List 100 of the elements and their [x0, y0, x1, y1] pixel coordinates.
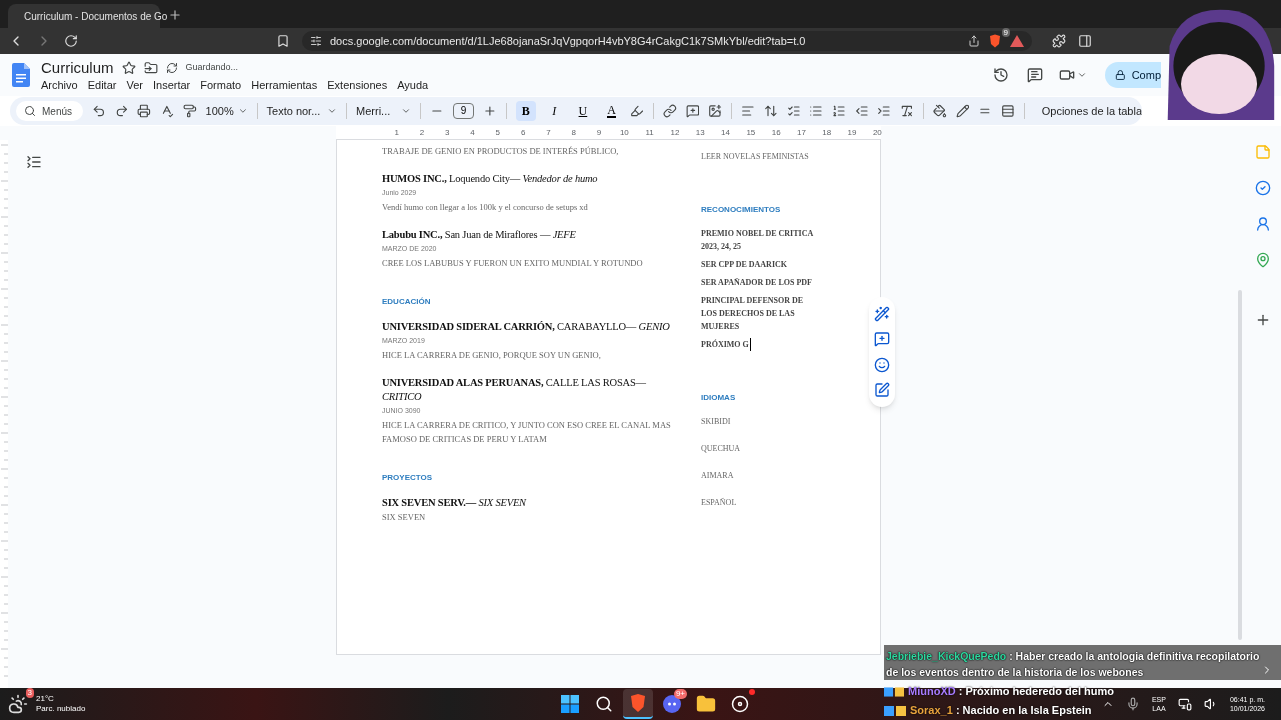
- temperature-text: 21°C: [36, 694, 55, 704]
- print-icon[interactable]: [137, 104, 152, 118]
- highlighter-icon[interactable]: [630, 104, 645, 118]
- tasks-icon[interactable]: [1255, 180, 1271, 196]
- undo-icon[interactable]: [91, 104, 106, 118]
- section-heading: EDUCACIÓN: [382, 296, 432, 308]
- taskbar-app[interactable]: [623, 689, 653, 719]
- new-tab-icon[interactable]: [168, 8, 182, 22]
- format-button[interactable]: B: [515, 101, 536, 121]
- sync-icon: [165, 61, 178, 74]
- weather-badge: 3: [25, 688, 34, 698]
- site-settings-icon[interactable]: [310, 35, 322, 47]
- emoji-icon[interactable]: [874, 356, 890, 373]
- checklist-icon[interactable]: [786, 104, 801, 118]
- move-folder-icon[interactable]: [143, 60, 158, 75]
- ruler-number: 18: [821, 127, 833, 139]
- paint-format-icon[interactable]: [182, 104, 197, 118]
- increase-size-icon[interactable]: [483, 104, 497, 118]
- border-color-icon[interactable]: [955, 104, 970, 118]
- menu-item[interactable]: Herramientas: [251, 77, 318, 92]
- entry-heading: HUMOS INC., Loquendo City— Vendedor de humo: [382, 172, 599, 186]
- save-status: Guardando...: [185, 60, 239, 74]
- tab-title: Curriculum - Documentos de Go: [24, 9, 168, 24]
- font-dropdown[interactable]: Merri...: [356, 102, 411, 120]
- contacts-icon[interactable]: [1255, 216, 1271, 232]
- spellcheck-icon[interactable]: [160, 104, 174, 118]
- format-button[interactable]: U: [573, 101, 593, 121]
- menu-search-field[interactable]: Menús: [16, 101, 83, 121]
- ruler-number: 11: [644, 127, 655, 139]
- redo-icon[interactable]: [114, 104, 129, 118]
- list-text: LEER NOVELAS FEMINISTAS: [701, 151, 810, 163]
- menu-item[interactable]: Ver: [126, 77, 143, 92]
- link-icon[interactable]: [663, 104, 677, 118]
- add-comment-icon[interactable]: [685, 104, 700, 118]
- comments-icon[interactable]: [1027, 67, 1043, 83]
- list-text: SER APAÑADOR DE LOS PDF: [701, 277, 813, 289]
- lock-icon: [1115, 69, 1126, 81]
- ruler-number: 4: [469, 127, 476, 139]
- chat-badges-icon: [884, 705, 906, 716]
- ruler-number: 6: [519, 127, 527, 139]
- bookmark-icon[interactable]: [276, 34, 290, 48]
- entry-description: SIX SEVEN: [382, 511, 427, 524]
- chat-message: Sorax_1 : Nacido en la Isla Epstein: [910, 703, 1092, 719]
- zoom-dropdown[interactable]: 100%: [205, 102, 248, 120]
- entry-description: HICE LA CARRERA DE GENIO, PORQUE SOY UN GENIO,: [382, 349, 602, 362]
- list-text: PRÓXIMO G: [701, 338, 751, 351]
- microphone-icon[interactable]: [1125, 697, 1140, 711]
- sidebar-icon[interactable]: [1078, 34, 1092, 48]
- weather-icon[interactable]: [8, 694, 28, 714]
- reload-icon[interactable]: [64, 34, 78, 48]
- outline-icon[interactable]: [26, 154, 42, 170]
- line-spacing-icon[interactable]: [763, 104, 778, 118]
- clear-formatting-icon[interactable]: [900, 104, 914, 118]
- entry-description: HICE LA CARRERA DE CRITICO, Y JUNTO CON ESO CREE EL CANAL MAS: [382, 419, 672, 432]
- format-button[interactable]: A: [601, 101, 622, 121]
- star-icon[interactable]: [121, 60, 136, 75]
- table-options-button[interactable]: Opciones de la tabla: [1041, 102, 1142, 120]
- menu-item[interactable]: Extensiones: [327, 77, 388, 92]
- add-comment-icon[interactable]: [874, 331, 890, 348]
- document-title[interactable]: Curriculum: [41, 58, 114, 77]
- format-button[interactable]: I: [544, 101, 565, 121]
- start-icon: [560, 694, 580, 714]
- history-icon[interactable]: [993, 67, 1009, 83]
- extensions-icon[interactable]: [1052, 34, 1066, 48]
- numbered-list-icon[interactable]: [832, 104, 846, 118]
- entry-description: Vendí humo con llegar a los 100k y el concurso de setups xd: [382, 201, 589, 214]
- ruler-number: 7: [545, 127, 552, 139]
- indent-increase-icon[interactable]: [877, 104, 892, 118]
- indent-decrease-icon[interactable]: [854, 104, 869, 118]
- menu-item[interactable]: Archivo: [41, 77, 78, 92]
- magic-pen-icon[interactable]: [874, 305, 890, 322]
- network-icon[interactable]: [1177, 697, 1192, 711]
- chat-message: MiunoXD : Próximo hederedo del humo: [908, 684, 1114, 700]
- entry-description: CREE LOS LABUBUS Y FUERON UN EXITO MUNDIAL Y ROTUNDO: [382, 257, 644, 270]
- ruler-number: 19: [846, 127, 858, 139]
- ruler-number: 20: [871, 127, 883, 139]
- menu-item[interactable]: Editar: [87, 77, 117, 92]
- list-text: SER CPP DE DAARICK: [701, 259, 788, 271]
- fill-color-icon[interactable]: [932, 104, 947, 118]
- font-size-field[interactable]: 9: [452, 103, 475, 119]
- address-field[interactable]: docs.google.com/document/d/1LJe68ojanaSrJqVgpqorH4vbY8G4rCakgC1k7SMkYbl/edit?tab=t.0 9: [302, 31, 1032, 51]
- suggest-edit-icon[interactable]: [874, 382, 890, 399]
- share-icon[interactable]: [968, 35, 980, 47]
- weather-text: Parc. nublado: [36, 704, 86, 714]
- share-button[interactable]: Comp: [1105, 62, 1161, 88]
- add-icon[interactable]: [1255, 312, 1271, 328]
- docs-logo[interactable]: [12, 63, 30, 87]
- maps-icon[interactable]: [1255, 252, 1271, 268]
- meeting-button[interactable]: [1059, 67, 1087, 83]
- border-style-icon[interactable]: [1001, 104, 1015, 118]
- style-dropdown[interactable]: Texto nor...: [266, 102, 338, 120]
- section-heading: IDIOMAS: [701, 392, 737, 404]
- menu-item[interactable]: Ayuda: [397, 77, 429, 92]
- menu-item[interactable]: Insertar: [152, 77, 191, 92]
- ruler-number: 2: [418, 127, 426, 139]
- shield-badge: 9: [1001, 28, 1010, 37]
- menu-item[interactable]: Formato: [200, 77, 242, 92]
- image-icon[interactable]: [708, 104, 723, 118]
- triangle-icon[interactable]: [1010, 35, 1024, 47]
- caret-icon: [400, 106, 411, 116]
